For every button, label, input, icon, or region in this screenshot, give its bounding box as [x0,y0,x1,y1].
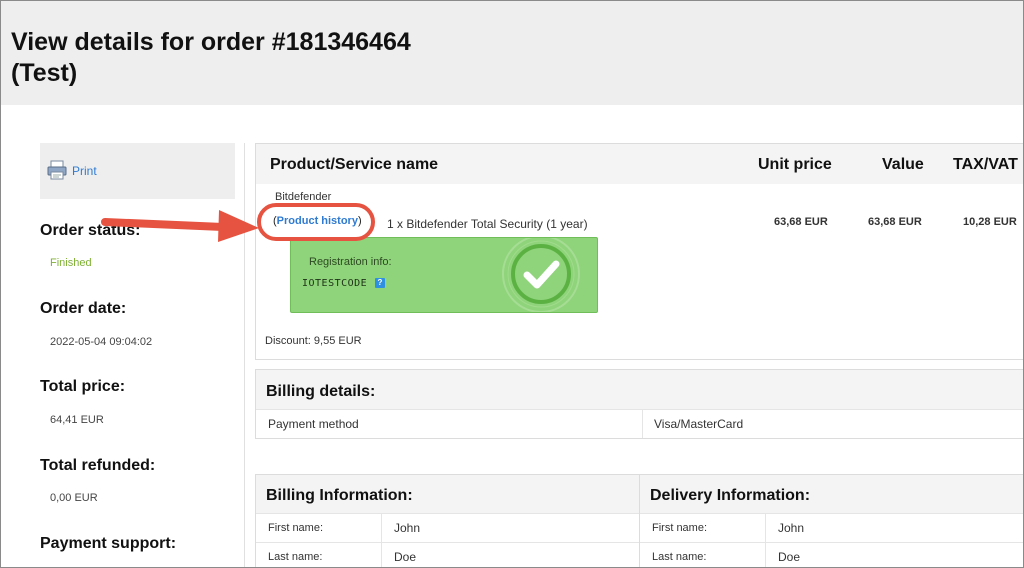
col-unit-price: Unit price [758,156,832,173]
order-date-value: 2022-05-04 09:04:02 [50,336,153,348]
annotation-arrow [101,210,259,242]
divider [381,513,382,567]
delivery-information-panel: Delivery Information: First name: John L… [639,474,1023,567]
total-price-value: 64,41 EUR [50,414,104,426]
total-refunded-label: Total refunded: [40,457,156,474]
delivery-last-name-label: Last name: [652,551,707,563]
product-quantity-name: 1 x Bitdefender Total Security (1 year) [387,217,588,231]
checkmark-icon [502,238,580,312]
billing-details-header: Billing details: [256,370,1023,409]
product-unit-price: 63,68 EUR [774,216,828,228]
billing-last-name-label: Last name: [268,551,323,563]
registration-label: Registration info: [309,256,392,268]
product-quantity: 1 x [387,217,404,231]
discount-text: Discount: 9,55 EUR [265,335,362,347]
product-tax: 10,28 EUR [963,216,1017,228]
printer-icon [47,160,67,180]
product-history-wrapper: (Product history) [273,215,362,227]
col-product-name: Product/Service name [270,156,439,173]
divider [642,410,643,438]
page-title-line1: View details for order #181346464 [11,28,411,56]
page-title-line2: (Test) [11,59,78,87]
divider [640,513,1023,514]
divider [256,409,1023,410]
registration-code: IOTESTCODE [302,278,368,289]
divider [640,542,1023,543]
billing-information-panel: Billing Information: First name: John La… [255,474,641,567]
print-link[interactable]: Print [72,164,97,178]
vendor-name: Bitdefender [275,191,332,203]
billing-first-name-value: John [394,521,421,535]
help-icon[interactable]: ? [375,278,385,288]
order-date-label: Order date: [40,300,127,317]
delivery-first-name-value: John [778,521,805,535]
delivery-last-name-value: Doe [778,550,801,564]
divider [256,542,640,543]
billing-last-name-value: Doe [394,550,417,564]
divider [256,513,640,514]
col-value: Value [882,156,924,173]
billing-details-title: Billing details: [266,383,376,400]
billing-information-title: Billing Information: [266,487,413,504]
page-title: View details for order #181346464 (Test) [11,27,411,89]
product-history-link[interactable]: Product history [277,215,358,227]
billing-information-header: Billing Information: [256,475,640,513]
payment-method-label: Payment method [268,417,359,431]
divider [765,513,766,567]
order-status-value: Finished [50,257,92,269]
page-header: View details for order #181346464 (Test) [1,1,1023,105]
delivery-information-title: Delivery Information: [650,487,811,504]
registration-info-box: Registration info: IOTESTCODE ? [290,237,598,313]
delivery-information-header: Delivery Information: [640,475,1023,513]
print-button[interactable]: Print [40,143,235,199]
payment-support-label: Payment support: [40,535,177,552]
delivery-first-name-label: First name: [652,522,708,534]
product-value: 63,68 EUR [868,216,922,228]
product-name: Bitdefender Total Security (1 year) [406,217,588,231]
total-refunded-value: 0,00 EUR [50,492,98,504]
billing-first-name-label: First name: [268,522,324,534]
billing-details-panel: Billing details: Payment method Visa/Mas… [255,369,1023,439]
payment-method-value: Visa/MasterCard [654,417,744,431]
total-price-label: Total price: [40,378,126,395]
product-table-header: Product/Service name Unit price Value TA… [256,144,1023,184]
col-tax: TAX/VAT [953,156,1018,173]
page-frame: View details for order #181346464 (Test)… [0,0,1024,568]
